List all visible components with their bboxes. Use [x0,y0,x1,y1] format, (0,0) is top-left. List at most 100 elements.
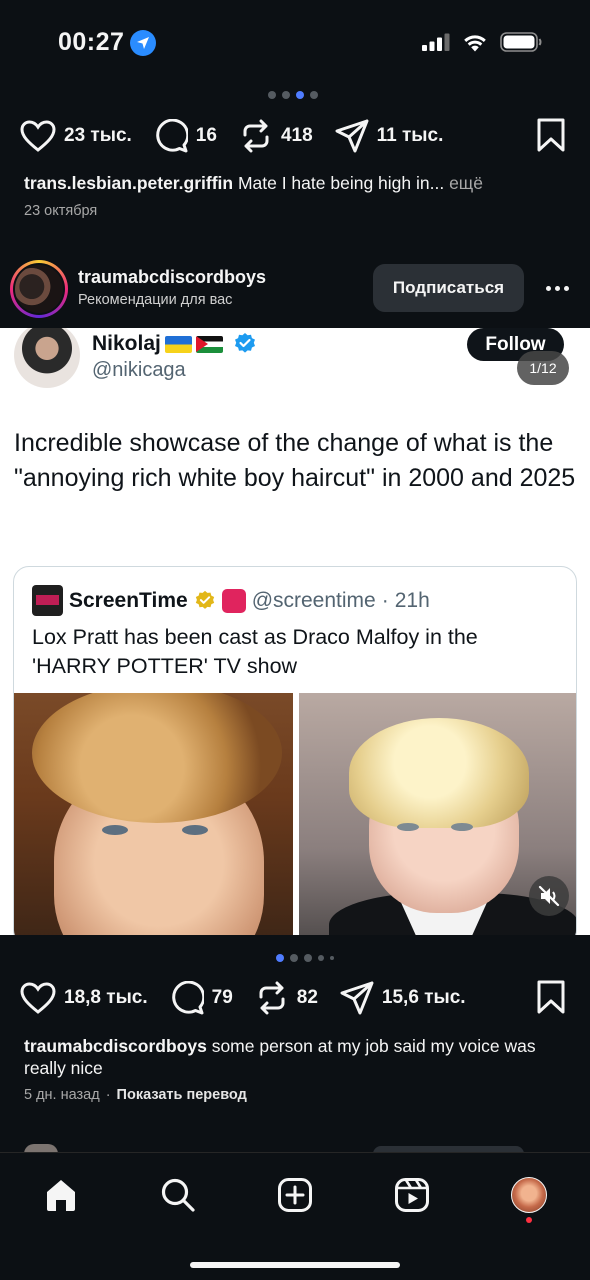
carousel-dot [290,954,298,962]
media-page-indicator: 1/12 [517,351,569,385]
tab-profile[interactable] [507,1173,551,1217]
comment-icon [171,981,204,1015]
carousel-dot [268,91,276,99]
status-time: 00:27 [58,28,157,57]
caption-text: Mate I hate being high in... [233,173,445,193]
carousel-dot [318,955,324,961]
quoted-text: Lox Pratt has been cast as Draco Malfoy … [32,625,478,678]
quoted-time: 21h [394,588,430,612]
post-actions: 18,8 тыс. 79 82 15,6 тыс. [20,976,570,1020]
prev-post-actions: 23 тыс. 16 418 11 тыс. [20,114,570,158]
tweet-avatar [14,328,80,388]
notification-dot [526,1217,532,1223]
gold-verified-badge-icon [195,590,214,609]
post-date: 5 дн. назад [24,1087,100,1103]
send-icon [340,981,374,1015]
home-icon [47,1180,75,1211]
comment-icon [156,119,188,153]
share-count: 15,6 тыс. [381,987,466,1008]
tweet-handle: @nikicaga [92,359,186,381]
quoted-separator: · [381,588,389,612]
carousel-dots-prev [268,91,318,99]
photo-lox-pratt [14,693,293,935]
verified-badge-icon [234,333,255,353]
bookmark-icon[interactable] [536,980,566,1014]
post-username[interactable]: traumabcdiscordboys [78,267,266,288]
share-count: 11 тыс. [376,125,444,146]
create-icon [278,1178,312,1212]
avatar-image [15,265,63,313]
reels-icon [395,1178,429,1212]
wifi-icon [464,34,486,51]
speaker-muted-icon [538,885,560,907]
comment-count: 79 [211,987,233,1008]
quoted-tweet-header: ScreenTime @screentime · 21h [32,585,430,616]
more-options-icon[interactable] [540,276,574,300]
like-button[interactable]: 23 тыс. [20,120,132,152]
comment-count: 16 [195,125,217,146]
prev-post-meta: 23 октября [24,203,97,219]
subscribe-button[interactable]: Подписаться [373,264,524,312]
mute-button[interactable] [529,876,569,916]
repost-button[interactable]: 82 [255,981,318,1015]
repost-icon [259,981,285,1015]
like-button[interactable]: 18,8 тыс. [20,982,148,1014]
palestine-flag-icon [195,335,223,353]
home-indicator [190,1262,400,1268]
meta-separator: · [105,1087,111,1103]
comment-button[interactable]: 16 [154,119,217,153]
search-icon [161,1178,195,1212]
show-translation-link[interactable]: Показать перевод [117,1087,247,1103]
tweet-text: Incredible showcase of the change of wha… [14,429,576,492]
heart-icon [20,120,56,152]
carousel-dot-active [296,91,304,99]
bottom-tab-bar [0,1152,590,1280]
post-header: traumabcdiscordboys Рекомендации для вас… [0,252,590,324]
quoted-handle: @screentime [251,588,376,612]
heart-icon [20,982,56,1014]
profile-avatar [511,1177,547,1213]
carousel-dot [330,956,334,960]
caption-username[interactable]: trans.lesbian.peter.griffin [24,173,233,193]
quoted-tweet: ScreenTime @screentime · 21h Lox Pratt has… [13,566,577,935]
tab-create[interactable] [273,1173,317,1217]
post-date: 23 октября [24,203,98,219]
bookmark-icon[interactable] [536,118,566,152]
like-count: 18,8 тыс. [64,987,148,1008]
like-count: 23 тыс. [64,125,132,146]
tab-search[interactable] [156,1173,200,1217]
share-button[interactable]: 11 тыс. [335,119,444,153]
tweet-author: Nikolaj [92,332,257,356]
carousel-dot [304,954,312,962]
affiliate-badge-icon [221,588,246,613]
repost-button[interactable]: 418 [239,119,313,153]
carousel-dot [310,91,318,99]
repost-icon [243,119,269,153]
cellular-signal-icon [422,33,450,51]
repost-count: 82 [296,987,318,1008]
repost-count: 418 [280,125,313,146]
battery-icon [500,32,542,52]
share-button[interactable]: 15,6 тыс. [340,981,466,1015]
ukraine-flag-icon [164,335,192,353]
avatar[interactable] [10,260,68,318]
post-media[interactable]: Nikolaj @nikicaga Follow 1/12 Incredible… [0,328,590,935]
post-meta: 5 дн. назад · Показать перевод [24,1087,247,1103]
post-caption[interactable]: traumabcdiscordboys some person at my jo… [24,1035,554,1079]
status-indicators [422,32,542,52]
carousel-dot-active [276,954,284,962]
caption-username[interactable]: traumabcdiscordboys [24,1036,207,1056]
carousel-dots [276,954,334,962]
comment-button[interactable]: 79 [170,981,233,1015]
recommendation-label: Рекомендации для вас [78,292,233,308]
tab-home[interactable] [39,1173,83,1217]
screentime-logo [32,585,63,616]
quoted-author-name: ScreenTime [69,588,188,612]
prev-post-caption[interactable]: trans.lesbian.peter.griffin Mate I hate … [24,172,554,194]
status-bar: 00:27 [0,0,590,88]
caption-more-link[interactable]: ещё [444,173,483,193]
send-icon [335,119,369,153]
tweet-author-name: Nikolaj [92,332,161,355]
tab-reels[interactable] [390,1173,434,1217]
location-arrow-icon [130,29,157,56]
